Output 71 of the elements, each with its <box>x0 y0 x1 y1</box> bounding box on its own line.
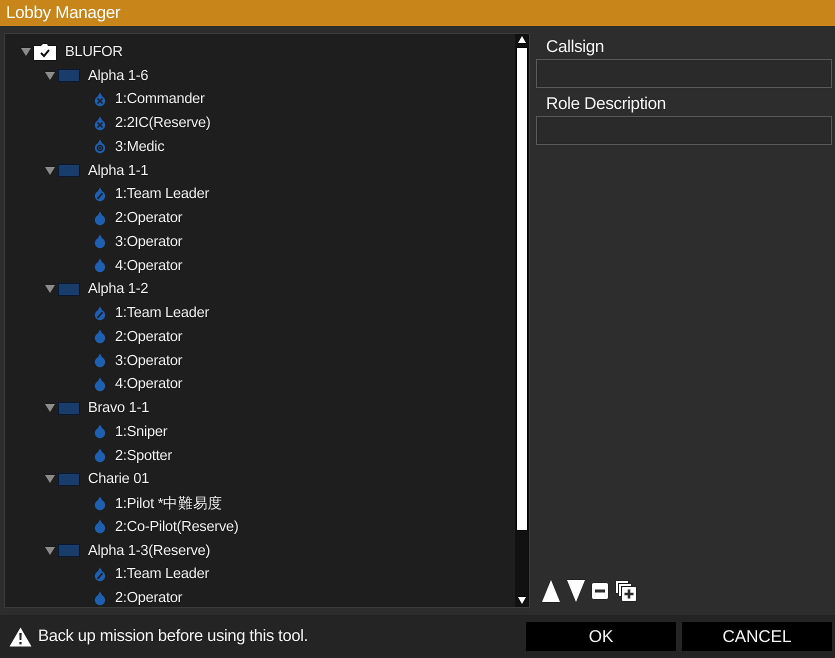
tree-item[interactable]: Alpha 1-3(Reserve) <box>88 542 210 559</box>
rifleman-unit-icon <box>94 424 106 440</box>
scroll-down-icon[interactable] <box>518 597 526 604</box>
scroll-up-icon[interactable] <box>518 36 526 43</box>
tree-item[interactable]: 1:Team Leader <box>115 186 210 202</box>
tree-item[interactable]: 3:Operator <box>115 234 182 250</box>
ok-button[interactable]: OK <box>526 622 676 651</box>
group-icon <box>58 164 80 178</box>
warning-message: Back up mission before using this tool. <box>38 627 308 646</box>
officer-unit-icon <box>94 116 106 131</box>
tree-item[interactable]: 1:Pilot *中難易度 <box>115 494 222 513</box>
rifleman-unit-icon <box>94 329 106 344</box>
expand-arrow-icon[interactable] <box>45 166 55 175</box>
rifleman-unit-icon <box>94 496 106 511</box>
checked-folder-icon[interactable] <box>34 44 56 60</box>
tree-item[interactable]: 1:Commander <box>115 91 205 108</box>
expand-arrow-icon[interactable] <box>45 72 55 80</box>
tree-item[interactable]: Alpha 1-2 <box>88 281 148 298</box>
warning-icon <box>9 626 32 646</box>
field-label: Callsign <box>545 36 604 58</box>
expand-arrow-icon[interactable] <box>21 48 31 56</box>
group-icon <box>58 544 80 558</box>
tree-item[interactable]: 2:Spotter <box>115 448 172 464</box>
window-title: Lobby Manager <box>6 2 120 24</box>
group-icon <box>58 402 80 415</box>
tree-item[interactable]: Charie 01 <box>88 471 150 488</box>
tree-item[interactable]: 2:Operator <box>115 328 182 345</box>
tree-item[interactable]: 2:Co-Pilot(Reserve) <box>115 518 239 535</box>
rifleman-unit-icon <box>94 448 106 464</box>
rifleman-unit-icon <box>94 258 106 274</box>
leader-unit-icon <box>94 566 106 582</box>
leader-unit-icon <box>94 186 106 202</box>
rifleman-unit-icon <box>94 210 106 226</box>
expand-arrow-icon[interactable] <box>45 404 55 412</box>
rifleman-unit-icon <box>94 519 106 534</box>
duplicate-icon[interactable] <box>615 580 637 602</box>
expand-arrow-icon[interactable] <box>45 475 55 484</box>
remove-icon[interactable] <box>592 583 608 599</box>
tree-item[interactable]: Alpha 1-1 <box>88 162 148 179</box>
officer-unit-icon <box>94 92 106 107</box>
tree-item[interactable]: 1:Team Leader <box>115 305 210 322</box>
expand-arrow-icon[interactable] <box>45 546 55 555</box>
tree-item[interactable]: 2:2IC(Reserve) <box>115 115 211 132</box>
expand-arrow-icon[interactable] <box>45 285 55 294</box>
tree-item[interactable]: 4:Operator <box>115 258 182 274</box>
medic-unit-icon <box>94 139 106 154</box>
group-icon <box>58 282 80 296</box>
text-field[interactable] <box>536 59 832 88</box>
group-icon <box>58 472 80 486</box>
tree-item[interactable]: 3:Operator <box>115 352 182 369</box>
scrollbar-thumb[interactable] <box>517 48 527 530</box>
rifleman-unit-icon <box>94 234 106 250</box>
group-icon <box>58 69 80 82</box>
tree-item[interactable]: Bravo 1-1 <box>88 400 150 416</box>
tree-item[interactable]: 2:Operator <box>115 590 182 606</box>
tree-item[interactable]: 1:Team Leader <box>115 566 210 582</box>
field-label: Role Description <box>545 93 666 115</box>
rifleman-unit-icon <box>94 353 106 368</box>
rifleman-unit-icon <box>94 590 106 606</box>
tree-item[interactable]: 3:Medic <box>115 138 164 155</box>
text-field[interactable] <box>536 116 832 145</box>
rifleman-unit-icon <box>94 376 106 392</box>
tree-item[interactable]: Alpha 1-6 <box>88 68 148 84</box>
cancel-button[interactable]: CANCEL <box>682 622 832 651</box>
tree-item[interactable]: BLUFOR <box>65 44 123 60</box>
tree-item[interactable]: 1:Sniper <box>115 424 168 440</box>
tree-item[interactable]: 4:Operator <box>115 376 182 392</box>
move-down-icon[interactable] <box>567 580 585 602</box>
tree-item[interactable]: 2:Operator <box>115 210 182 226</box>
leader-unit-icon <box>94 306 106 321</box>
move-up-icon[interactable] <box>542 580 560 602</box>
